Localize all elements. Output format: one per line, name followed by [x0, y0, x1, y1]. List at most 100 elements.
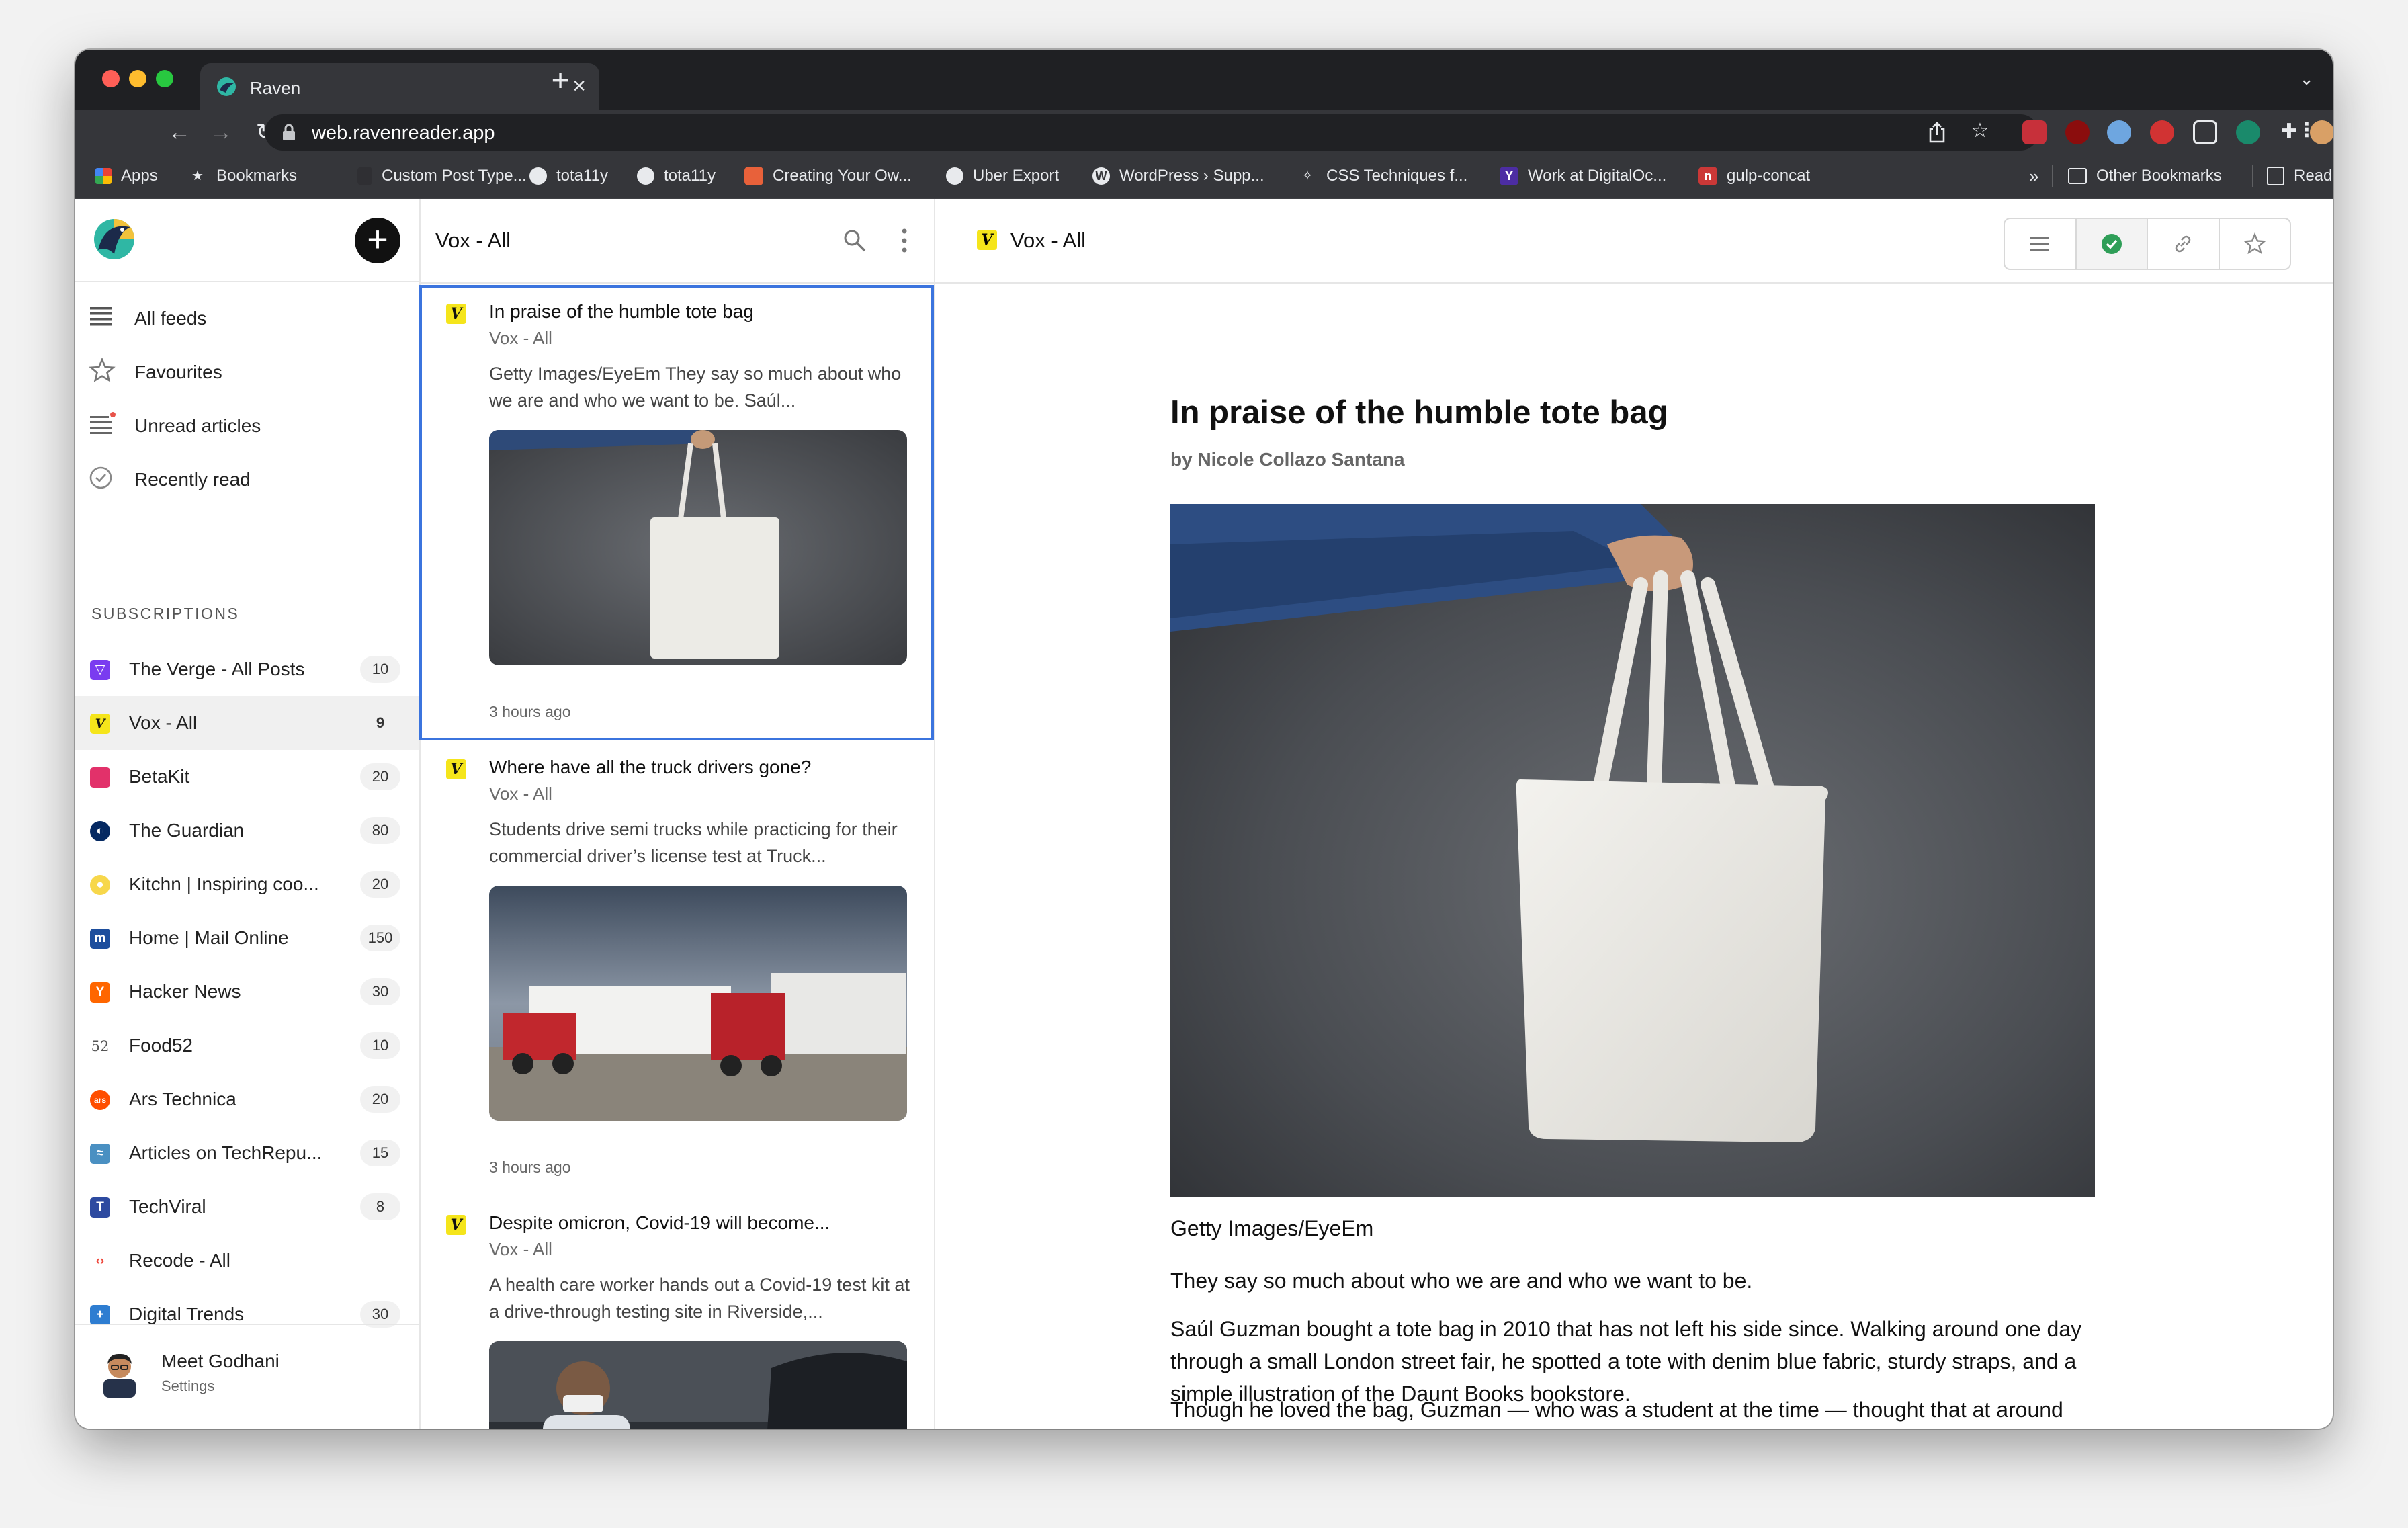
- browser-menu-icon[interactable]: ⋮: [2296, 120, 2317, 141]
- subscription-item[interactable]: ars Ars Technica 20: [75, 1072, 419, 1126]
- bookmark-label: Other Bookmarks: [2096, 167, 2222, 185]
- feed-favicon-icon: m: [90, 929, 110, 949]
- article-source: Vox - All: [489, 1239, 552, 1259]
- subscription-item[interactable]: BetaKit 20: [75, 750, 419, 804]
- subscription-label: Hacker News: [129, 981, 241, 1002]
- bookmark-creating-your-own[interactable]: Creating Your Ow...: [744, 165, 912, 187]
- extension-todoist-icon[interactable]: [2022, 120, 2047, 144]
- search-icon[interactable]: [843, 228, 867, 253]
- vox-favicon-icon: V: [446, 1215, 466, 1235]
- css-tricks-icon: ✧: [1301, 169, 1314, 183]
- bookmark-custom-post-type[interactable]: Custom Post Type...: [357, 165, 527, 187]
- sidebar: + All feeds Favourites Unread articles R…: [75, 199, 421, 1429]
- reader-pane: V Vox - All In praise of the humble tote…: [934, 199, 2333, 1429]
- copy-link-button[interactable]: [2148, 219, 2220, 269]
- article-list-pane: Vox - All V In praise of the humble tote…: [419, 199, 935, 1429]
- unread-count-badge: 10: [360, 656, 400, 683]
- subscription-item[interactable]: 52 Food52 10: [75, 1019, 419, 1072]
- bookmark-star-icon[interactable]: ☆: [1969, 120, 1991, 142]
- bookmark-reading-list[interactable]: Reading List: [2267, 165, 2333, 187]
- extension-window-icon[interactable]: [2193, 120, 2217, 144]
- article-title: In praise of the humble tote bag: [489, 301, 754, 322]
- unread-count-badge: 150: [360, 925, 400, 951]
- nav-recently-read[interactable]: Recently read: [75, 454, 419, 501]
- article-card[interactable]: V Despite omicron, Covid-19 will become.…: [419, 1196, 934, 1429]
- more-vertical-icon[interactable]: [899, 227, 910, 254]
- bookmark-divider: [2252, 165, 2253, 187]
- raven-app: + All feeds Favourites Unread articles R…: [75, 199, 2333, 1429]
- nav-label: Recently read: [134, 469, 251, 490]
- nav-label: Unread articles: [134, 415, 261, 436]
- extension-ublock-icon[interactable]: [2065, 120, 2090, 144]
- user-footer[interactable]: Meet Godhani Settings: [75, 1324, 419, 1429]
- unread-count-badge: 9: [376, 714, 385, 731]
- star-icon: [2243, 232, 2266, 255]
- article-card[interactable]: V Where have all the truck drivers gone?…: [419, 740, 934, 1196]
- bookmark-digitalocean[interactable]: Y Work at DigitalOc...: [1500, 165, 1666, 187]
- subscription-item[interactable]: ● Kitchn | Inspiring coo... 20: [75, 857, 419, 911]
- subscription-item[interactable]: V Vox - All 9: [75, 696, 419, 750]
- bookmark-label: tota11y: [664, 167, 716, 185]
- extension-nocoin-icon[interactable]: [2150, 120, 2174, 144]
- bookmark-wordpress[interactable]: W WordPress › Supp...: [1092, 165, 1264, 187]
- extension-globe-icon[interactable]: [2107, 120, 2131, 144]
- subscription-item[interactable]: ≈ Articles on TechRepu... 15: [75, 1126, 419, 1180]
- subscription-item[interactable]: ◐ The Guardian 80: [75, 804, 419, 857]
- bookmark-apps[interactable]: Apps: [95, 165, 158, 187]
- mark-read-button[interactable]: [2076, 219, 2148, 269]
- nav-unread-articles[interactable]: Unread articles: [75, 400, 419, 448]
- subscription-item[interactable]: ‹› Recode - All: [75, 1234, 419, 1287]
- share-icon[interactable]: [1927, 121, 1947, 144]
- browser-tab[interactable]: Raven ×: [200, 63, 599, 110]
- nav-favourites[interactable]: Favourites: [75, 347, 419, 394]
- bookmark-bookmarks[interactable]: ★ Bookmarks: [188, 165, 297, 187]
- bookmark-tota11y-1[interactable]: tota11y: [529, 165, 608, 187]
- maximize-window-button[interactable]: [156, 70, 173, 87]
- link-icon: [2175, 235, 2191, 253]
- minimize-window-button[interactable]: [129, 70, 146, 87]
- address-bar[interactable]: web.ravenreader.app: [265, 114, 2038, 151]
- bookmark-uber-export[interactable]: Uber Export: [946, 165, 1059, 187]
- article-card[interactable]: V In praise of the humble tote bag Vox -…: [419, 285, 934, 740]
- article-source: Vox - All: [489, 328, 552, 348]
- forward-button[interactable]: →: [204, 116, 238, 149]
- article-actions: [2004, 218, 2291, 270]
- close-window-button[interactable]: [102, 70, 120, 87]
- url-text: web.ravenreader.app: [312, 122, 495, 144]
- nav-all-feeds[interactable]: All feeds: [75, 293, 419, 340]
- favourite-button[interactable]: [2220, 219, 2290, 269]
- settings-link[interactable]: Settings: [161, 1377, 215, 1395]
- article-menu-button[interactable]: [2005, 219, 2077, 269]
- subscription-item[interactable]: ▽ The Verge - All Posts 10: [75, 642, 419, 696]
- list-icon: [90, 307, 112, 326]
- subscription-item[interactable]: m Home | Mail Online 150: [75, 911, 419, 965]
- add-feed-button[interactable]: +: [355, 218, 400, 263]
- tote-bag-thumbnail: [489, 430, 907, 665]
- article-excerpt: Getty Images/EyeEm They say so much abou…: [489, 364, 902, 411]
- extension-grammarly-icon[interactable]: [2236, 120, 2260, 144]
- article-title: Despite omicron, Covid-19 will become...: [489, 1212, 830, 1233]
- bookmark-label: Apps: [121, 167, 158, 185]
- subscription-item[interactable]: Y Hacker News 30: [75, 965, 419, 1019]
- subscription-item[interactable]: T TechViral 8: [75, 1180, 419, 1234]
- reader-feed-title: Vox - All: [1010, 228, 1086, 252]
- bookmark-css-techniques[interactable]: ✧ CSS Techniques f...: [1298, 165, 1468, 187]
- bookmark-gulp-concat[interactable]: n gulp-concat: [1698, 165, 1810, 187]
- feed-favicon-icon: 52: [91, 1038, 110, 1054]
- subscription-label: The Verge - All Posts: [129, 659, 305, 679]
- feed-favicon-icon: ≈: [90, 1144, 110, 1164]
- wordpress-icon: W: [1092, 167, 1110, 185]
- tab-search-chevron-icon[interactable]: ⌄: [2299, 69, 2314, 89]
- bookmarks-overflow-button[interactable]: »: [2029, 165, 2038, 187]
- list-header: Vox - All: [419, 199, 934, 284]
- article-paragraph: They say so much about who we are and wh…: [1170, 1269, 1753, 1293]
- bookmark-other-bookmarks[interactable]: Other Bookmarks: [2068, 165, 2222, 187]
- new-tab-button[interactable]: +: [540, 63, 580, 97]
- user-name: Meet Godhani: [161, 1351, 280, 1371]
- subscription-label: BetaKit: [129, 766, 190, 787]
- raven-logo-icon[interactable]: [91, 215, 137, 261]
- bookmark-tota11y-2[interactable]: tota11y: [637, 165, 716, 187]
- subscription-label: The Guardian: [129, 820, 245, 841]
- reader-header: V Vox - All: [934, 199, 2333, 284]
- back-button[interactable]: ←: [163, 116, 196, 149]
